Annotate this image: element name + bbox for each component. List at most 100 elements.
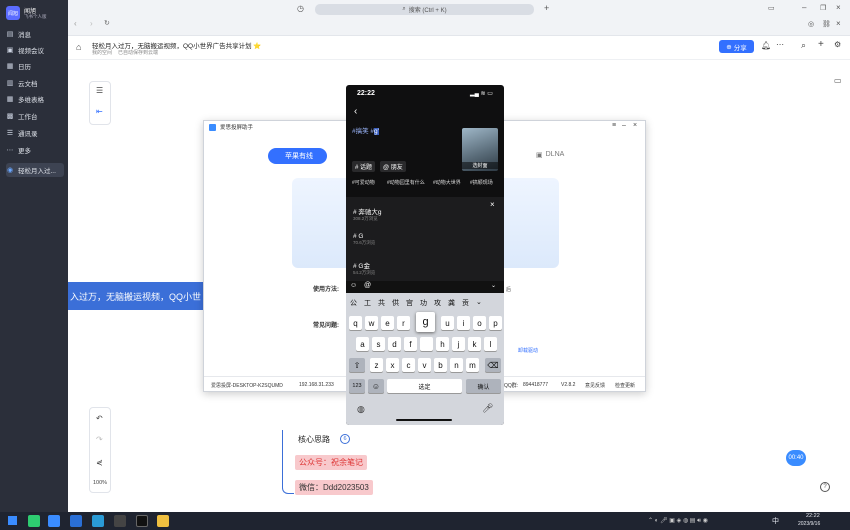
refresh-icon[interactable]: ↻ (104, 19, 110, 27)
topic-item[interactable]: # 奔驰大g 308.2万浏览 (353, 206, 382, 222)
sidebar-item-messages[interactable]: ▤ 消息 (6, 27, 64, 41)
key[interactable]: b (434, 358, 447, 372)
settings-icon[interactable]: ⚙ (834, 40, 841, 49)
key-pressed[interactable]: g (416, 312, 435, 332)
candidate[interactable]: 供 (392, 298, 399, 308)
key[interactable]: f (404, 337, 417, 351)
candidate[interactable]: 龚 (448, 298, 455, 308)
key[interactable]: p (489, 316, 502, 330)
hashtag-chip[interactable]: #搞颖现场 (470, 179, 493, 186)
key[interactable] (420, 337, 433, 351)
check-update-link[interactable]: 检查更新 (615, 382, 635, 389)
key[interactable]: u (441, 316, 454, 330)
search-doc-icon[interactable]: ⌕ (801, 40, 806, 51)
tab-apple-wired[interactable]: 苹果有线 (268, 148, 327, 164)
candidate[interactable]: 宫 (406, 298, 413, 308)
comment-icon[interactable]: ▭ (834, 76, 842, 85)
compass-icon[interactable]: ◎ (808, 20, 814, 28)
confirm-key[interactable]: 确认 (466, 379, 501, 393)
mindmap-node-wechat-account[interactable]: 公众号：祝余笔记 (295, 455, 367, 470)
key[interactable]: j (452, 337, 465, 351)
microphone-icon[interactable]: 🎤︎ (482, 403, 493, 414)
share-button[interactable]: ⊕ 分享 (719, 40, 754, 53)
key[interactable]: h (436, 337, 449, 351)
number-key[interactable]: 123 (349, 379, 365, 393)
edge-icon[interactable] (92, 515, 104, 527)
back-arrow-icon[interactable]: ‹ (354, 106, 357, 117)
add-icon[interactable]: + (818, 39, 824, 50)
post-text-field[interactable]: #搞笑 #g' (352, 125, 379, 135)
tab-dlna[interactable]: ▣ DLNA (536, 151, 564, 159)
cover-thumbnail[interactable]: 选封面 (462, 128, 498, 171)
screen-icon[interactable]: ▭ (768, 4, 775, 12)
start-icon[interactable] (8, 516, 17, 525)
sidebar-item-contacts[interactable]: ☰ 通讯录 (6, 126, 64, 140)
window-minimize-icon[interactable]: – (622, 122, 626, 129)
sidebar-item-mindmap[interactable]: ◉ 轻松月入过... (6, 163, 64, 177)
key[interactable]: d (388, 337, 401, 351)
phone-mirror-screen[interactable]: 22:22 ▂▄ ≋ ▭ ‹ #搞笑 #g' 选封面 # 话题 @ 朋友 #可爱… (346, 85, 504, 425)
key[interactable]: r (397, 316, 410, 330)
home-icon[interactable]: ⌂ (76, 42, 81, 52)
key[interactable]: a (356, 337, 369, 351)
expand-candidates-icon[interactable]: ⌄ (476, 298, 482, 308)
hashtag-chip[interactable]: #可爱动物 (352, 179, 375, 186)
hashtag-chip[interactable]: #动物大世界 (433, 179, 461, 186)
key[interactable]: k (468, 337, 481, 351)
key[interactable]: v (418, 358, 431, 372)
key[interactable]: w (365, 316, 378, 330)
key[interactable]: o (473, 316, 486, 330)
feedback-link[interactable]: 意见反馈 (585, 382, 605, 389)
clock-time[interactable]: 22:22 (806, 513, 820, 519)
key[interactable]: s (372, 337, 385, 351)
lark-icon[interactable] (48, 515, 60, 527)
sidebar-item-calendar[interactable]: ▦ 日历 (6, 59, 64, 73)
wechat-icon[interactable] (28, 515, 40, 527)
ime-indicator[interactable]: 中 (772, 516, 779, 526)
sidebar-item-workplace[interactable]: ▩ 工作台 (6, 109, 64, 123)
outline-icon[interactable]: ☰ (96, 86, 103, 95)
time-badge[interactable]: 00:40 (786, 450, 806, 466)
mention-icon[interactable]: @ (364, 282, 371, 289)
mindmap-root-node[interactable]: 入过万，无脑搬运视频，QQ小世 (68, 282, 208, 310)
tab-close-icon[interactable]: × (836, 19, 841, 28)
more-options-icon[interactable]: ⋯ (776, 40, 784, 49)
mindmap-node-core[interactable]: 核心思路 (294, 432, 334, 447)
key[interactable]: e (381, 316, 394, 330)
key[interactable]: z (370, 358, 383, 372)
key[interactable]: m (466, 358, 479, 372)
key[interactable]: l (484, 337, 497, 351)
back-icon[interactable]: ‹ (74, 19, 77, 28)
emoji-icon[interactable]: ☺ (350, 282, 357, 289)
indent-icon[interactable]: ⇤ (96, 107, 103, 116)
collapse-keyboard-icon[interactable]: ⌄ (491, 282, 496, 289)
candidate[interactable]: 功 (420, 298, 427, 308)
topic-item[interactable]: # G 70.6万浏览 (353, 233, 375, 246)
emoji-key[interactable]: ☺ (368, 379, 384, 393)
candidate[interactable]: 工 (364, 298, 371, 308)
key[interactable]: q (349, 316, 362, 330)
collapse-icon[interactable]: ⋞ (96, 458, 103, 467)
shift-key[interactable]: ⇧ (349, 358, 365, 372)
sidebar-item-more[interactable]: ⋯ 更多 (6, 143, 64, 157)
candidate[interactable]: 共 (378, 298, 385, 308)
backspace-key[interactable]: ⌫ (485, 358, 501, 372)
uninstall-driver-link[interactable]: 卸载驱动 (518, 347, 538, 354)
zoom-level[interactable]: 100% (93, 480, 107, 486)
bell-icon[interactable]: 🔔︎ (761, 41, 771, 50)
key[interactable]: x (386, 358, 399, 372)
add-tab-icon[interactable]: + (544, 3, 549, 13)
window-close-icon[interactable]: × (633, 122, 637, 129)
topic-item[interactable]: # G金 54.2万浏览 (353, 260, 375, 276)
search-bar[interactable]: ⌕ 搜索 (Ctrl + K) (315, 4, 534, 15)
app-icon[interactable] (70, 515, 82, 527)
candidate[interactable]: 攻 (434, 298, 441, 308)
menu-icon[interactable]: ≡ (612, 122, 616, 129)
sidebar-item-docs[interactable]: ▥ 云文档 (6, 76, 64, 90)
sidebar-item-base[interactable]: ▦ 多维表格 (6, 92, 64, 106)
mindmap-node-wechat[interactable]: 微信：Ddd2023503 (295, 480, 373, 495)
history-icon[interactable]: ◷ (297, 4, 304, 13)
app-icon[interactable] (114, 515, 126, 527)
space-key[interactable]: 选定 (387, 379, 462, 393)
avatar[interactable]: 闻旭 (6, 6, 20, 20)
